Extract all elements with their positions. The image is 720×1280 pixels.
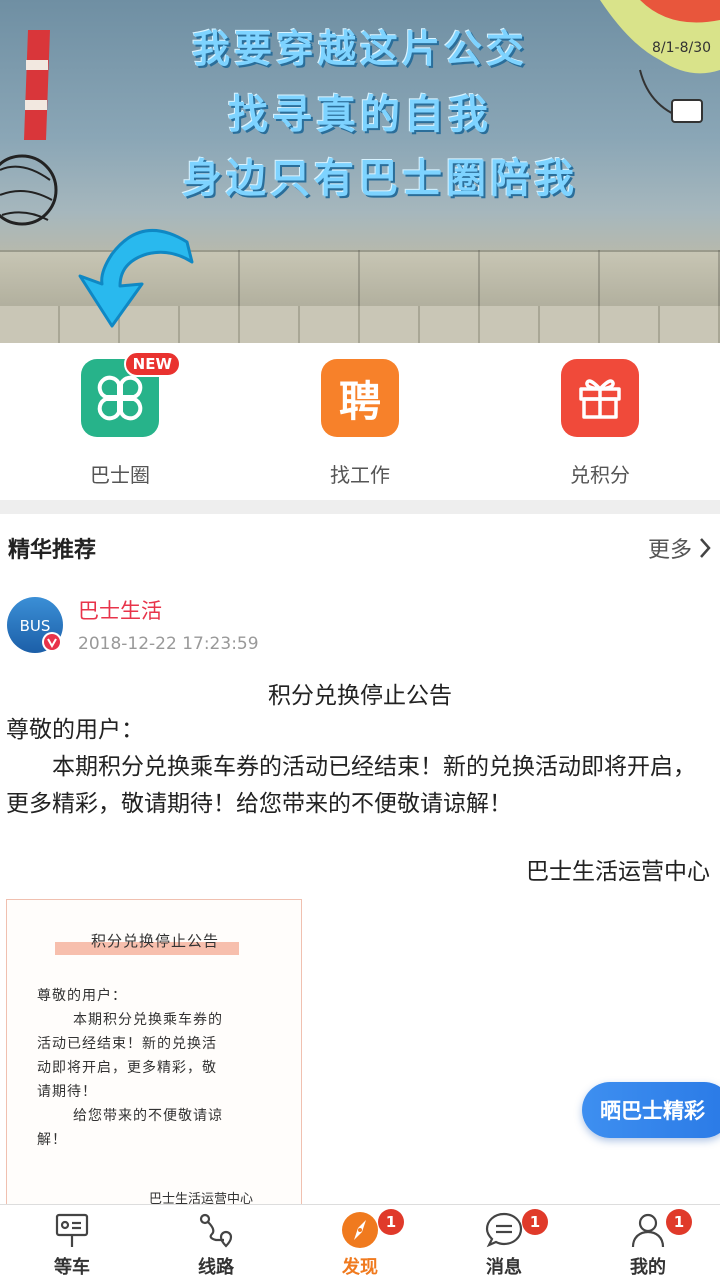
banner-slogan-line-2: 找寻真的自我 <box>228 92 492 138</box>
quick-link-redeem-points[interactable]: 兑积分 <box>520 343 680 488</box>
bus-stop-icon <box>51 1209 93 1251</box>
author-name[interactable]: 巴士生活 <box>78 596 259 626</box>
section-divider <box>0 500 720 514</box>
tab-label: 我的 <box>630 1257 666 1278</box>
notice-image-line: 给您带来的不便敬请谅 <box>73 1108 223 1124</box>
tab-label: 消息 <box>486 1257 522 1278</box>
clover-icon: NEW <box>81 351 181 437</box>
quick-link-label: 兑积分 <box>570 463 630 487</box>
post-signature: 巴士生活运营中心 <box>526 859 710 885</box>
notice-image-line: 动即将开启，更多精彩，敬 <box>37 1060 217 1076</box>
post-author[interactable]: BUS 巴士生活 2018-12-22 17:23:59 <box>6 596 259 654</box>
tab-label: 等车 <box>54 1257 90 1278</box>
curved-arrow-icon <box>78 228 194 328</box>
hire-icon-glyph: 聘 <box>338 376 381 426</box>
notice-image-line: 活动已经结束！新的兑换活 <box>37 1036 217 1052</box>
tab-profile[interactable]: 我的 1 <box>576 1205 720 1280</box>
banner-slogan-line-3: 身边只有巴士圈陪我 <box>182 156 578 202</box>
section-title: 精华推荐 <box>8 538 97 563</box>
notice-image-line: 本期积分兑换乘车券的 <box>73 1012 223 1028</box>
tab-discover[interactable]: 发现 1 <box>288 1205 432 1280</box>
notification-badge: 1 <box>378 1209 404 1235</box>
post-greeting: 尊敬的用户： <box>6 717 144 743</box>
more-link-label: 更多 <box>647 538 692 563</box>
notice-image-line: 解！ <box>37 1132 67 1148</box>
avatar[interactable]: BUS <box>6 596 64 654</box>
post-body[interactable]: 尊敬的用户： 本期积分兑换乘车券的活动已经结束！新的兑换活动即将开启，更多精彩，… <box>6 712 710 823</box>
notice-image-body: 尊敬的用户： 本期积分兑换乘车券的 活动已经结束！新的兑换活 动即将开启，更多精… <box>37 984 277 1152</box>
notice-image-title: 积分兑换停止公告 <box>90 932 219 950</box>
hire-icon: 聘 <box>321 359 399 437</box>
quick-link-label: 找工作 <box>330 463 390 487</box>
banner-slogan-line-1: 我要穿越这片公交 <box>191 27 528 71</box>
compass-icon <box>339 1209 381 1251</box>
more-link[interactable]: 更多 <box>648 532 712 564</box>
notice-image-greeting: 尊敬的用户： <box>37 988 127 1004</box>
tab-wait-bus[interactable]: 等车 <box>0 1205 144 1280</box>
notice-image[interactable]: 积分兑换停止公告 尊敬的用户： 本期积分兑换乘车券的 活动已经结束！新的兑换活 … <box>6 899 302 1209</box>
notice-image-line: 请期待！ <box>37 1084 97 1100</box>
tab-label: 线路 <box>198 1257 234 1278</box>
promo-banner[interactable]: 8/1-8/30 我要穿越这片公交 找寻真的自我 身边只有巴士圈陪我 <box>0 0 720 343</box>
tab-messages[interactable]: 消息 1 <box>432 1205 576 1280</box>
route-icon <box>195 1209 237 1251</box>
quick-link-label: 巴士圈 <box>90 463 150 487</box>
tab-label: 发现 <box>342 1257 378 1278</box>
quick-links: NEW 巴士圈 聘 找工作 兑积分 <box>0 343 720 500</box>
new-badge: NEW <box>123 351 181 377</box>
avatar-text: BUS <box>20 617 51 635</box>
post-body-text: 本期积分兑换乘车券的活动已经结束！新的兑换活动即将开启，更多精彩，敬请期待！给您… <box>6 754 696 817</box>
featured-section-header: 精华推荐 更多 <box>0 514 720 582</box>
notification-badge: 1 <box>522 1209 548 1235</box>
quick-link-find-job[interactable]: 聘 找工作 <box>280 343 440 488</box>
message-icon <box>483 1209 525 1251</box>
gift-icon <box>561 359 639 437</box>
profile-icon <box>627 1209 669 1251</box>
notification-badge: 1 <box>666 1209 692 1235</box>
share-bus-highlights-button[interactable]: 晒巴士精彩 <box>582 1082 720 1138</box>
tab-routes[interactable]: 线路 <box>144 1205 288 1280</box>
post-timestamp: 2018-12-22 17:23:59 <box>78 634 259 654</box>
bottom-tab-bar: 等车 线路 发现 1 消息 1 我的 1 <box>0 1204 720 1280</box>
post-title: 积分兑换停止公告 <box>268 683 452 709</box>
chevron-right-icon <box>700 538 711 558</box>
quick-link-bus-circle[interactable]: NEW 巴士圈 <box>40 343 200 488</box>
